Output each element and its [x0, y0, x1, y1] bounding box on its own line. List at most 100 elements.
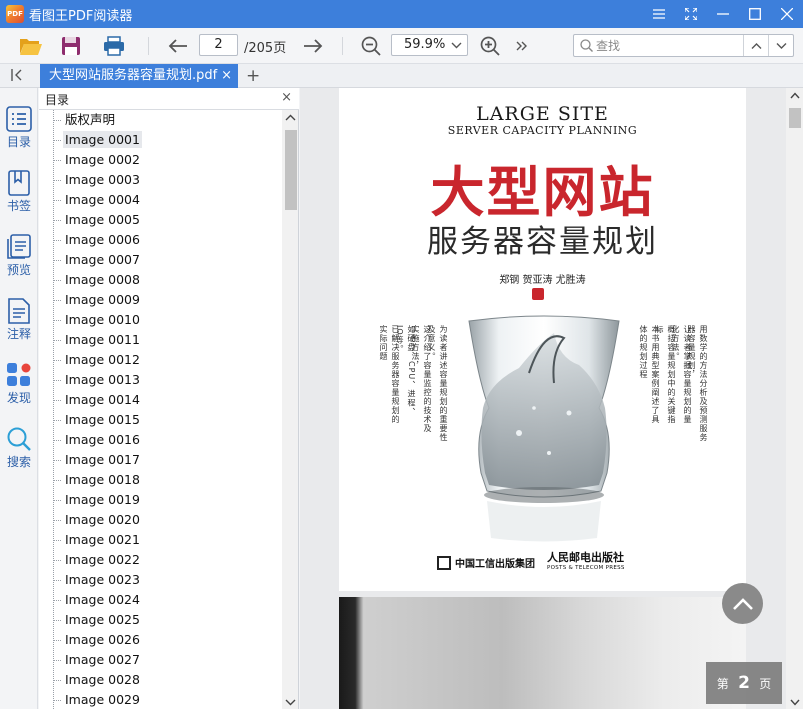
- back-to-top-button[interactable]: [722, 583, 763, 624]
- outline-item-label: Image 0002: [65, 152, 140, 167]
- rail-label: 预览: [6, 263, 31, 277]
- outline-item[interactable]: Image 0009: [53, 290, 142, 310]
- fullscreen-button[interactable]: [675, 0, 707, 28]
- tree-connector: [53, 360, 61, 361]
- chevron-down-icon: [776, 42, 786, 49]
- outline-item-label: Image 0008: [65, 272, 140, 287]
- outline-item[interactable]: Image 0014: [53, 390, 142, 410]
- double-chevron-right-icon: [516, 41, 527, 51]
- outline-item[interactable]: Image 0002: [53, 150, 142, 170]
- outline-header: 目录 ×: [39, 88, 299, 110]
- rail-item-preview[interactable]: 预览: [0, 234, 38, 290]
- tree-connector: [53, 660, 61, 661]
- tree-connector: [53, 560, 61, 561]
- outline-item[interactable]: 版权声明: [53, 110, 117, 130]
- outline-item-label: Image 0025: [65, 612, 140, 627]
- page-number-input[interactable]: 2: [199, 34, 238, 56]
- outline-item[interactable]: Image 0027: [53, 650, 142, 670]
- outline-item[interactable]: Image 0008: [53, 270, 142, 290]
- outline-item[interactable]: Image 0026: [53, 630, 142, 650]
- zoom-select[interactable]: 59.9%: [391, 34, 468, 56]
- zoom-in-button[interactable]: [477, 32, 503, 60]
- document-scrollbar[interactable]: [786, 88, 803, 709]
- outline-item[interactable]: Image 0018: [53, 470, 142, 490]
- close-icon: [781, 8, 793, 20]
- scroll-up-icon[interactable]: [285, 114, 296, 121]
- outline-item[interactable]: Image 0020: [53, 510, 142, 530]
- outline-scrollbar[interactable]: [282, 110, 298, 709]
- outline-item[interactable]: Image 0028: [53, 670, 142, 690]
- rail-item-search[interactable]: 搜索: [0, 426, 38, 482]
- outline-item[interactable]: Image 0003: [53, 170, 142, 190]
- next-page-button[interactable]: [300, 32, 326, 60]
- scrollbar-thumb[interactable]: [789, 108, 801, 128]
- document-tab-label: 大型网站服务器容量规划.pdf: [49, 68, 218, 83]
- search-icon: [580, 39, 593, 52]
- outline-item-label: Image 0010: [65, 312, 140, 327]
- rail-item-annotations[interactable]: 注释: [0, 298, 38, 354]
- outline-item[interactable]: Image 0019: [53, 490, 142, 510]
- close-tab-button[interactable]: ×: [221, 64, 232, 88]
- tree-connector: [53, 160, 61, 161]
- scroll-down-icon[interactable]: [790, 699, 800, 706]
- rail-item-toc[interactable]: 目录: [0, 106, 38, 162]
- publisher-right-name-en: POSTS & TELECOM PRESS: [547, 565, 625, 571]
- minimize-button[interactable]: [707, 0, 739, 28]
- outline-item[interactable]: Image 0021: [53, 530, 142, 550]
- arrow-right-icon: [304, 39, 323, 53]
- search-previous-button[interactable]: [743, 35, 768, 56]
- outline-item-label: Image 0029: [65, 692, 140, 707]
- scroll-down-icon[interactable]: [285, 699, 296, 706]
- toc-icon: [6, 106, 32, 132]
- outline-item[interactable]: Image 0004: [53, 190, 142, 210]
- outline-item[interactable]: Image 0017: [53, 450, 142, 470]
- outline-item[interactable]: Image 0025: [53, 610, 142, 630]
- save-icon: [62, 37, 80, 55]
- outline-item[interactable]: Image 0011: [53, 330, 142, 350]
- outline-item-label: Image 0022: [65, 552, 140, 567]
- search-next-button[interactable]: [768, 35, 793, 56]
- window-title: 看图王PDF阅读器: [29, 8, 133, 24]
- scrollbar-thumb[interactable]: [285, 130, 297, 210]
- outline-item-label: Image 0018: [65, 472, 140, 487]
- open-file-button[interactable]: [17, 32, 45, 60]
- save-button[interactable]: [58, 32, 84, 60]
- new-tab-button[interactable]: +: [246, 66, 260, 86]
- zoom-out-button[interactable]: [358, 32, 384, 60]
- outline-item[interactable]: Image 0029: [53, 690, 142, 709]
- outline-item[interactable]: Image 0015: [53, 410, 142, 430]
- outline-item-label: Image 0028: [65, 672, 140, 687]
- tree-connector: [53, 440, 61, 441]
- outline-item[interactable]: Image 0007: [53, 250, 142, 270]
- outline-item[interactable]: Image 0023: [53, 570, 142, 590]
- outline-item-label: Image 0020: [65, 512, 140, 527]
- outline-item[interactable]: Image 0006: [53, 230, 142, 250]
- rail-label: 书签: [6, 199, 31, 213]
- close-outline-button[interactable]: ×: [281, 90, 292, 105]
- document-view[interactable]: LARGE SITE SERVER CAPACITY PLANNING 大型网站…: [300, 88, 803, 709]
- outline-item[interactable]: Image 0012: [53, 350, 142, 370]
- search-input[interactable]: [596, 37, 736, 54]
- outline-item[interactable]: Image 0010: [53, 310, 142, 330]
- collapse-sidebar-button[interactable]: [10, 68, 24, 85]
- chevron-up-icon: [751, 42, 761, 49]
- more-tools-button[interactable]: [512, 32, 532, 60]
- outline-item[interactable]: Image 0005: [53, 210, 142, 230]
- rail-item-discover[interactable]: 发现: [0, 362, 38, 418]
- close-window-button[interactable]: [771, 0, 803, 28]
- maximize-button[interactable]: [739, 0, 771, 28]
- outline-item[interactable]: Image 0016: [53, 430, 142, 450]
- rail-item-bookmarks[interactable]: 书签: [0, 170, 38, 226]
- tree-connector: [53, 280, 61, 281]
- outline-item[interactable]: Image 0024: [53, 590, 142, 610]
- previous-page-button[interactable]: [165, 32, 191, 60]
- print-button[interactable]: [100, 32, 128, 60]
- scroll-up-icon[interactable]: [790, 92, 800, 99]
- rail-label: 注释: [6, 327, 31, 341]
- main-menu-button[interactable]: [643, 0, 675, 28]
- fullscreen-icon: [685, 8, 697, 20]
- outline-item[interactable]: Image 0001: [53, 130, 142, 150]
- document-tab[interactable]: 大型网站服务器容量规划.pdf ×: [40, 64, 238, 88]
- outline-item[interactable]: Image 0022: [53, 550, 142, 570]
- outline-item[interactable]: Image 0013: [53, 370, 142, 390]
